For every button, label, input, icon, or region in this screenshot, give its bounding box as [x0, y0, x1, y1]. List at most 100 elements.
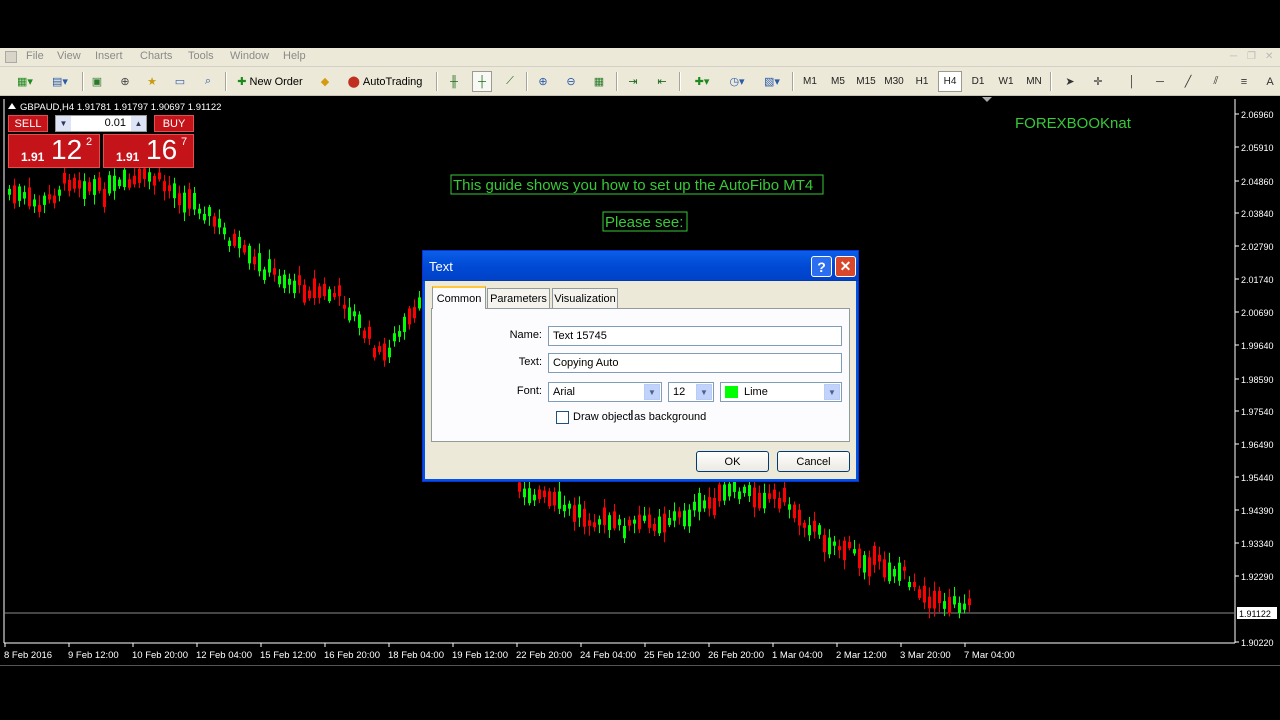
menu-charts[interactable]: Charts — [140, 50, 172, 62]
bear-candle — [383, 343, 386, 361]
close-icon[interactable]: ✕ — [1265, 51, 1273, 62]
font-select[interactable]: Arial ▼ — [548, 382, 662, 402]
close-icon[interactable]: ✕ — [835, 256, 856, 277]
timeframe-m1[interactable]: M1 — [798, 71, 822, 92]
timeframe-w1[interactable]: W1 — [994, 71, 1018, 92]
bull-candle — [293, 280, 296, 294]
font-select-value: Arial — [553, 386, 576, 398]
menu-tools[interactable]: Tools — [188, 50, 214, 62]
channel-icon[interactable]: ⫽ — [1206, 71, 1226, 92]
bear-candle — [343, 304, 346, 309]
timeframe-d1[interactable]: D1 — [966, 71, 990, 92]
help-icon[interactable]: ? — [811, 256, 832, 277]
time-tick-label: 19 Feb 12:00 — [452, 650, 508, 661]
line-chart-icon[interactable]: ⟋ — [500, 71, 520, 92]
new-order-button[interactable]: ✚ New Order — [232, 71, 308, 92]
ok-button[interactable]: OK — [696, 451, 769, 472]
menu-file[interactable]: File — [26, 50, 44, 62]
zoom-in-icon[interactable]: ⊕ — [533, 71, 553, 92]
menu-help[interactable]: Help — [283, 50, 306, 62]
bear-candle — [538, 489, 541, 500]
dialog-title-bar[interactable]: Text ? ✕ — [423, 251, 858, 281]
menu-insert[interactable]: Insert — [95, 50, 123, 62]
vertical-line-icon[interactable]: │ — [1122, 71, 1142, 92]
bear-candle — [713, 497, 716, 516]
menu-view[interactable]: View — [57, 50, 81, 62]
timeframe-m15[interactable]: M15 — [854, 71, 878, 92]
autoscroll-icon[interactable]: ⇥ — [623, 71, 643, 92]
strategy-tester-icon[interactable]: ⌕ — [198, 71, 218, 92]
color-select[interactable]: Lime ▼ — [720, 382, 842, 402]
timeframe-mn[interactable]: MN — [1022, 71, 1046, 92]
time-tick-label: 25 Feb 12:00 — [644, 650, 700, 661]
timeframe-h4[interactable]: H4 — [938, 71, 962, 92]
timeframe-h1[interactable]: H1 — [910, 71, 934, 92]
terminal-icon[interactable]: ▭ — [170, 71, 190, 92]
cancel-button[interactable]: Cancel — [777, 451, 850, 472]
lot-decrease-icon[interactable]: ▼ — [56, 116, 71, 131]
tile-windows-icon[interactable]: ▦ — [589, 71, 609, 92]
bull-candle — [698, 492, 701, 512]
text-field[interactable]: Copying Auto — [548, 353, 842, 373]
candlestick-icon[interactable]: ┼ — [472, 71, 492, 92]
horizontal-line-icon[interactable]: ─ — [1150, 71, 1170, 92]
price-tick-label: 1.95440 — [1241, 473, 1274, 483]
bear-candle — [133, 175, 136, 185]
timeframe-m5[interactable]: M5 — [826, 71, 850, 92]
bear-candle — [928, 596, 931, 609]
name-field[interactable]: Text 15745 — [548, 326, 842, 346]
text-label: Text: — [518, 356, 542, 368]
profiles-icon[interactable]: ▤▾ — [45, 71, 75, 92]
bull-candle — [888, 562, 891, 582]
tab-parameters[interactable]: Parameters — [487, 288, 550, 308]
tab-visualization[interactable]: Visualization — [552, 288, 618, 308]
text-tool-icon[interactable]: A — [1262, 71, 1278, 92]
time-tick-label: 24 Feb 04:00 — [580, 650, 636, 661]
bear-candle — [138, 168, 141, 183]
bear-candle — [28, 187, 31, 207]
timeframe-m30[interactable]: M30 — [882, 71, 906, 92]
metaeditor-icon[interactable]: ◆ — [315, 71, 335, 92]
bear-candle — [798, 509, 801, 526]
menu-window[interactable]: Window — [230, 50, 269, 62]
chevron-down-icon: ▼ — [824, 384, 840, 400]
cursor-icon[interactable]: ➤ — [1060, 71, 1080, 92]
templates-icon[interactable]: ▧▾ — [757, 71, 787, 92]
autotrading-button[interactable]: ⬤ AutoTrading — [342, 71, 428, 92]
lot-size-field[interactable]: ▼ 0.01 ▲ — [55, 115, 147, 132]
bear-candle — [168, 185, 171, 192]
periods-icon[interactable]: ◷▾ — [722, 71, 752, 92]
crosshair-icon[interactable]: ✛ — [1088, 71, 1108, 92]
buy-button[interactable]: BUY — [154, 115, 194, 132]
bull-candle — [258, 253, 261, 272]
tab-panel-common: Name: Text 15745 Text: Copying Auto Font… — [431, 308, 850, 442]
color-swatch — [725, 386, 738, 398]
sell-price-button[interactable]: 1.91 12 2 — [8, 134, 100, 168]
tab-common[interactable]: Common — [432, 286, 486, 309]
new-chart-icon[interactable]: ▦▾ — [10, 71, 40, 92]
zoom-out-icon[interactable]: ⊖ — [561, 71, 581, 92]
bull-candle — [173, 183, 176, 199]
data-window-icon[interactable]: ⊕ — [115, 71, 135, 92]
sell-button[interactable]: SELL — [8, 115, 48, 132]
chart-shift-icon[interactable]: ⇤ — [652, 71, 672, 92]
fibo-icon[interactable]: ≡ — [1234, 71, 1254, 92]
chart-tabs-bar — [0, 665, 1280, 673]
buy-price-button[interactable]: 1.91 16 7 — [103, 134, 194, 168]
bear-candle — [948, 597, 951, 614]
minimize-icon[interactable]: ─ — [1230, 51, 1237, 62]
market-watch-icon[interactable]: ▣ — [87, 71, 107, 92]
bear-candle — [38, 205, 41, 212]
bull-candle — [763, 492, 766, 509]
lot-increase-icon[interactable]: ▲ — [131, 116, 146, 131]
bull-candle — [403, 316, 406, 332]
indicators-icon[interactable]: ✚▾ — [686, 71, 718, 92]
draw-as-background-checkbox[interactable] — [556, 411, 569, 424]
restore-icon[interactable]: ❐ — [1247, 51, 1256, 62]
navigator-icon[interactable]: ★ — [142, 71, 162, 92]
trendline-icon[interactable]: ╱ — [1178, 71, 1198, 92]
bar-chart-icon[interactable]: ╫ — [444, 71, 464, 92]
bear-candle — [553, 492, 556, 506]
bear-candle — [933, 590, 936, 609]
font-size-select[interactable]: 12 ▼ — [668, 382, 714, 402]
